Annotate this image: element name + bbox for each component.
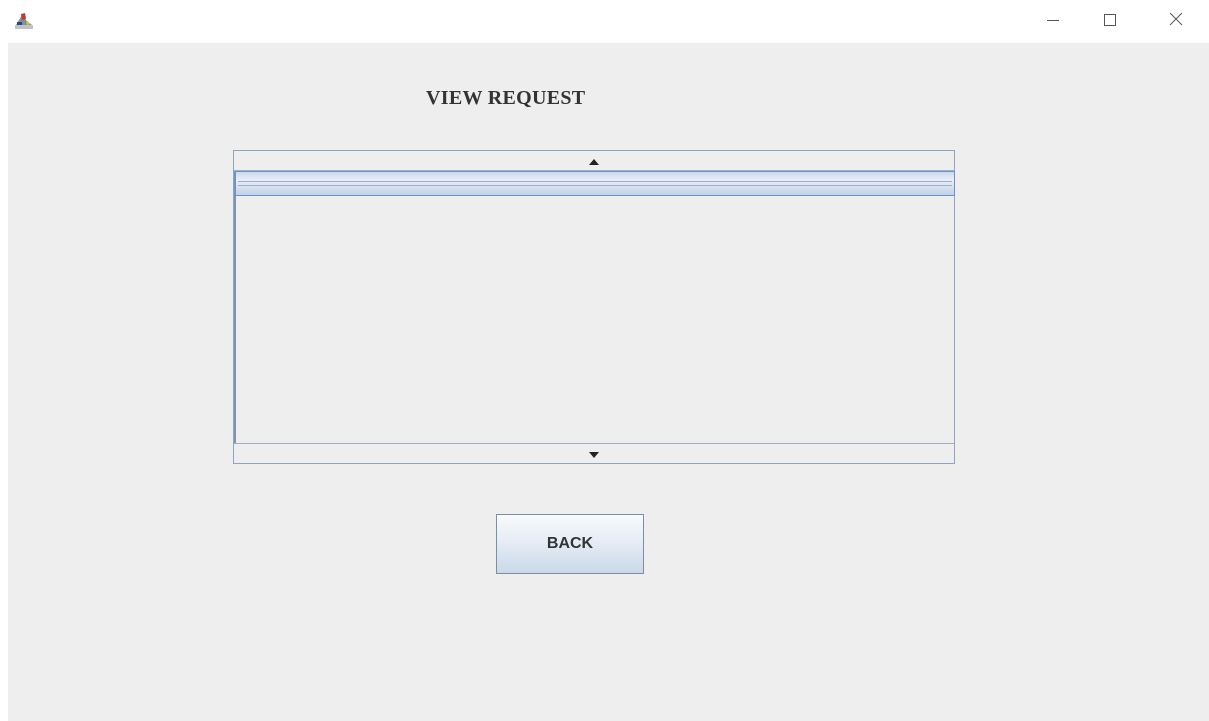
application-window: VIEW REQUEST BACK xyxy=(0,0,1209,721)
triangle-down-icon xyxy=(589,445,599,463)
close-button[interactable] xyxy=(1153,0,1199,43)
minimize-button[interactable] xyxy=(1030,0,1076,43)
triangle-up-icon xyxy=(589,152,599,170)
close-icon xyxy=(1169,12,1183,31)
maximize-button[interactable] xyxy=(1087,0,1133,43)
content-panel: VIEW REQUEST BACK xyxy=(8,43,1209,721)
scroll-down-button[interactable] xyxy=(234,443,954,463)
scroll-up-button[interactable] xyxy=(234,151,954,171)
maximize-icon xyxy=(1104,13,1116,31)
selection-line xyxy=(238,181,952,182)
selection-line xyxy=(238,185,952,186)
back-button[interactable]: BACK xyxy=(496,514,644,574)
java-app-icon xyxy=(14,11,34,31)
list-item[interactable] xyxy=(235,171,955,196)
request-list-popup[interactable] xyxy=(233,150,955,464)
page-title: VIEW REQUEST xyxy=(426,87,586,109)
minimize-icon xyxy=(1047,13,1059,31)
request-list[interactable] xyxy=(234,171,955,444)
title-bar[interactable] xyxy=(0,0,1209,43)
